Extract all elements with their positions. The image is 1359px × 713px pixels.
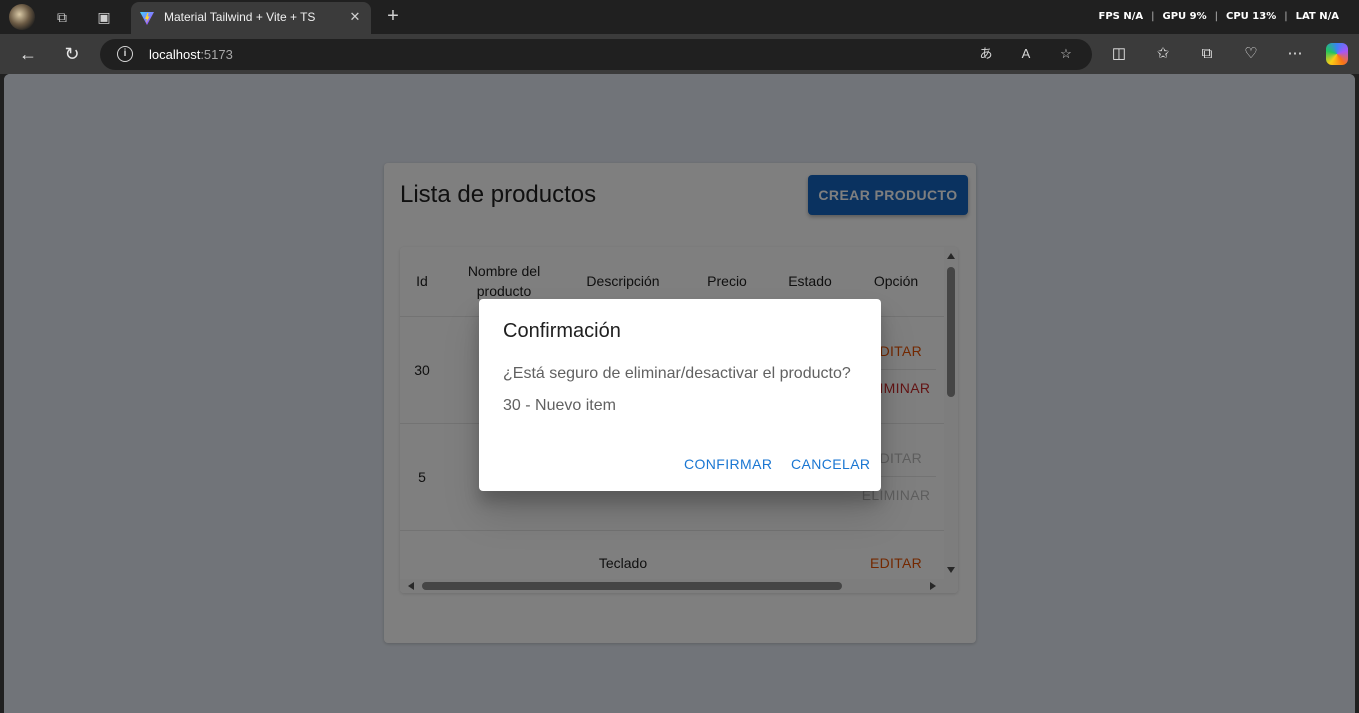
tab-title: Material Tailwind + Vite + TS — [164, 10, 316, 24]
refresh-icon[interactable]: ↻ — [60, 42, 84, 66]
workspaces-icon[interactable]: ⧉ — [53, 8, 71, 26]
dialog-message: ¿Está seguro de eliminar/desactivar el p… — [503, 365, 851, 382]
performance-overlay: FPS N/A | GPU 9% | CPU 13% | LAT N/A — [1098, 11, 1339, 22]
favorite-star-icon[interactable]: ☆ — [1057, 45, 1075, 63]
browser-toolbar: ← ↻ i localhost:5173 あ A ☆ ◫ ✩ ⧉ ♡ ⋯ — [0, 34, 1359, 74]
vite-logo-icon — [140, 12, 154, 25]
confirm-button[interactable]: CONFIRMAR — [684, 451, 772, 477]
more-options-icon[interactable]: ⋯ — [1284, 43, 1306, 65]
url-text: localhost:5173 — [149, 47, 233, 62]
close-tab-icon[interactable]: ✕ — [347, 9, 363, 25]
cancel-button[interactable]: CANCELAR — [791, 451, 870, 477]
read-aloud-icon[interactable]: A — [1017, 45, 1035, 63]
tab-actions-icon[interactable]: ▣ — [95, 8, 113, 26]
translate-icon[interactable]: あ — [977, 45, 995, 63]
confirmation-dialog: Confirmación ¿Está seguro de eliminar/de… — [479, 299, 881, 491]
profile-avatar[interactable] — [9, 4, 35, 30]
dialog-item: 30 - Nuevo item — [503, 397, 616, 414]
new-tab-icon[interactable]: + — [383, 6, 403, 26]
perf-fps: FPS N/A — [1098, 11, 1144, 22]
site-info-icon[interactable]: i — [117, 46, 133, 62]
perf-lat: LAT N/A — [1295, 11, 1339, 22]
browser-tab-bar: ⧉ ▣ Material Tailwind + Vite + TS ✕ + FP… — [0, 0, 1359, 34]
active-tab[interactable]: Material Tailwind + Vite + TS ✕ — [131, 2, 371, 34]
split-screen-icon[interactable]: ◫ — [1108, 43, 1130, 65]
back-arrow-icon[interactable]: ← — [16, 42, 40, 66]
perf-gpu: GPU 9% — [1162, 11, 1207, 22]
address-bar[interactable]: i localhost:5173 あ A ☆ — [100, 39, 1092, 70]
copilot-icon[interactable] — [1326, 43, 1348, 65]
browser-essentials-icon[interactable]: ♡ — [1240, 43, 1262, 65]
favorites-icon[interactable]: ✩ — [1152, 43, 1174, 65]
perf-cpu: CPU 13% — [1226, 11, 1277, 22]
page-viewport: Lista de productos CREAR PRODUCTO Id Nom… — [4, 74, 1355, 713]
dialog-title: Confirmación — [503, 320, 621, 342]
collections-icon[interactable]: ⧉ — [1196, 43, 1218, 65]
